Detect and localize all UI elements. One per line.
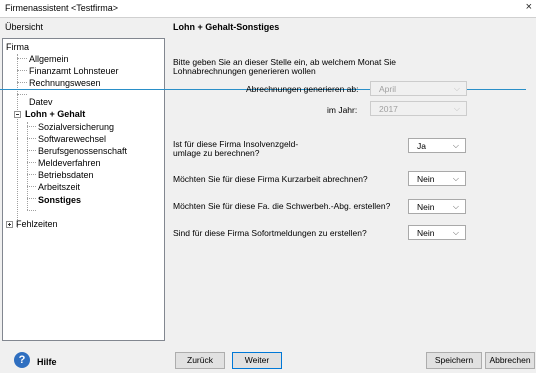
- chevron-down-icon: ⌵: [452, 228, 459, 237]
- tree-connector: [17, 94, 27, 95]
- cancel-button[interactable]: Abbrechen: [485, 352, 535, 369]
- schwerbeh-select-value: Nein: [417, 202, 435, 212]
- kurzarbeit-label: Möchten Sie für diese Firma Kurzarbeit a…: [173, 174, 368, 184]
- navigation-tree: Firma Allgemein Finanzamt Lohnsteuer Rec…: [2, 38, 165, 341]
- month-select-value: April: [379, 84, 397, 94]
- tree-connector: [17, 70, 27, 71]
- tree-item-fehlzeiten[interactable]: Fehlzeiten: [16, 219, 58, 229]
- insolvenz-select[interactable]: Ja ⌵: [408, 138, 466, 153]
- tree-item-sonstiges[interactable]: Sonstiges: [38, 195, 81, 205]
- intro-text-line2: Lohnabrechnungen generieren wollen: [173, 66, 316, 76]
- back-button[interactable]: Zurück: [175, 352, 225, 369]
- tree-item-sozialversicherung[interactable]: Sozialversicherung: [38, 122, 114, 132]
- help-icon[interactable]: ?: [14, 352, 30, 368]
- window-titlebar: Firmenassistent <Testfirma> ×: [0, 0, 536, 18]
- tree-item-firma[interactable]: Firma: [6, 42, 29, 52]
- chevron-down-icon: ⌵: [453, 84, 460, 93]
- tree-item-finanzamt[interactable]: Finanzamt Lohnsteuer: [29, 66, 119, 76]
- tree-item-lohn-gehalt[interactable]: Lohn + Gehalt: [25, 109, 85, 119]
- abrechnungen-label: Abrechnungen generieren ab:: [246, 84, 359, 94]
- sofortmeldungen-select-value: Nein: [417, 228, 435, 238]
- tree-item-berufsgenossenschaft[interactable]: Berufsgenossenschaft: [38, 146, 127, 156]
- sofortmeldungen-label: Sind für diese Firma Sofortmeldungen zu …: [173, 228, 367, 238]
- kurzarbeit-select-value: Nein: [417, 174, 435, 184]
- overview-label: Übersicht: [5, 22, 44, 32]
- tree-item-betriebsdaten[interactable]: Betriebsdaten: [38, 170, 94, 180]
- chevron-down-icon: ⌵: [452, 202, 459, 211]
- tree-connector: [27, 198, 36, 199]
- jahr-label: im Jahr:: [327, 105, 358, 115]
- tree-connector: [27, 138, 36, 139]
- next-button[interactable]: Weiter: [232, 352, 282, 369]
- window-title: Firmenassistent <Testfirma>: [5, 3, 119, 13]
- sofortmeldungen-select[interactable]: Nein ⌵: [408, 225, 466, 240]
- insolvenz-select-value: Ja: [417, 141, 426, 151]
- month-select[interactable]: April ⌵: [370, 81, 467, 96]
- chevron-down-icon: ⌵: [452, 141, 459, 150]
- tree-item-datev[interactable]: Datev: [29, 97, 53, 107]
- insolvenz-label-line2: umlage zu berechnen?: [173, 148, 260, 158]
- schwerbeh-label: Möchten Sie für diese Fa. die Schwerbeh.…: [173, 201, 391, 211]
- tree-item-rechnungswesen[interactable]: Rechnungswesen: [29, 78, 101, 88]
- help-label[interactable]: Hilfe: [37, 357, 57, 367]
- chevron-down-icon: ⌵: [453, 104, 460, 113]
- tree-connector: [27, 122, 28, 210]
- collapse-icon[interactable]: [14, 111, 21, 118]
- tree-connector: [17, 54, 18, 138]
- schwerbeh-select[interactable]: Nein ⌵: [408, 199, 466, 214]
- chevron-down-icon: ⌵: [452, 174, 459, 183]
- tree-item-softwarewechsel[interactable]: Softwarewechsel: [38, 134, 106, 144]
- tree-connector: [27, 150, 36, 151]
- tree-connector: [17, 58, 27, 59]
- year-select-value: 2017: [379, 104, 398, 114]
- year-select[interactable]: 2017 ⌵: [370, 101, 467, 116]
- tree-connector: [27, 162, 36, 163]
- section-title: Lohn + Gehalt-Sonstiges: [173, 22, 280, 32]
- tree-connector: [27, 126, 36, 127]
- expand-icon[interactable]: [6, 221, 13, 228]
- tree-connector: [27, 210, 36, 211]
- kurzarbeit-select[interactable]: Nein ⌵: [408, 171, 466, 186]
- tree-item-meldeverfahren[interactable]: Meldeverfahren: [38, 158, 101, 168]
- close-icon[interactable]: ×: [526, 1, 532, 13]
- tree-connector: [27, 186, 36, 187]
- tree-connector: [17, 138, 18, 228]
- tree-connector: [17, 82, 27, 83]
- tree-item-allgemein[interactable]: Allgemein: [29, 54, 69, 64]
- tree-connector: [27, 174, 36, 175]
- tree-item-arbeitszeit[interactable]: Arbeitszeit: [38, 182, 80, 192]
- save-button[interactable]: Speichern: [426, 352, 482, 369]
